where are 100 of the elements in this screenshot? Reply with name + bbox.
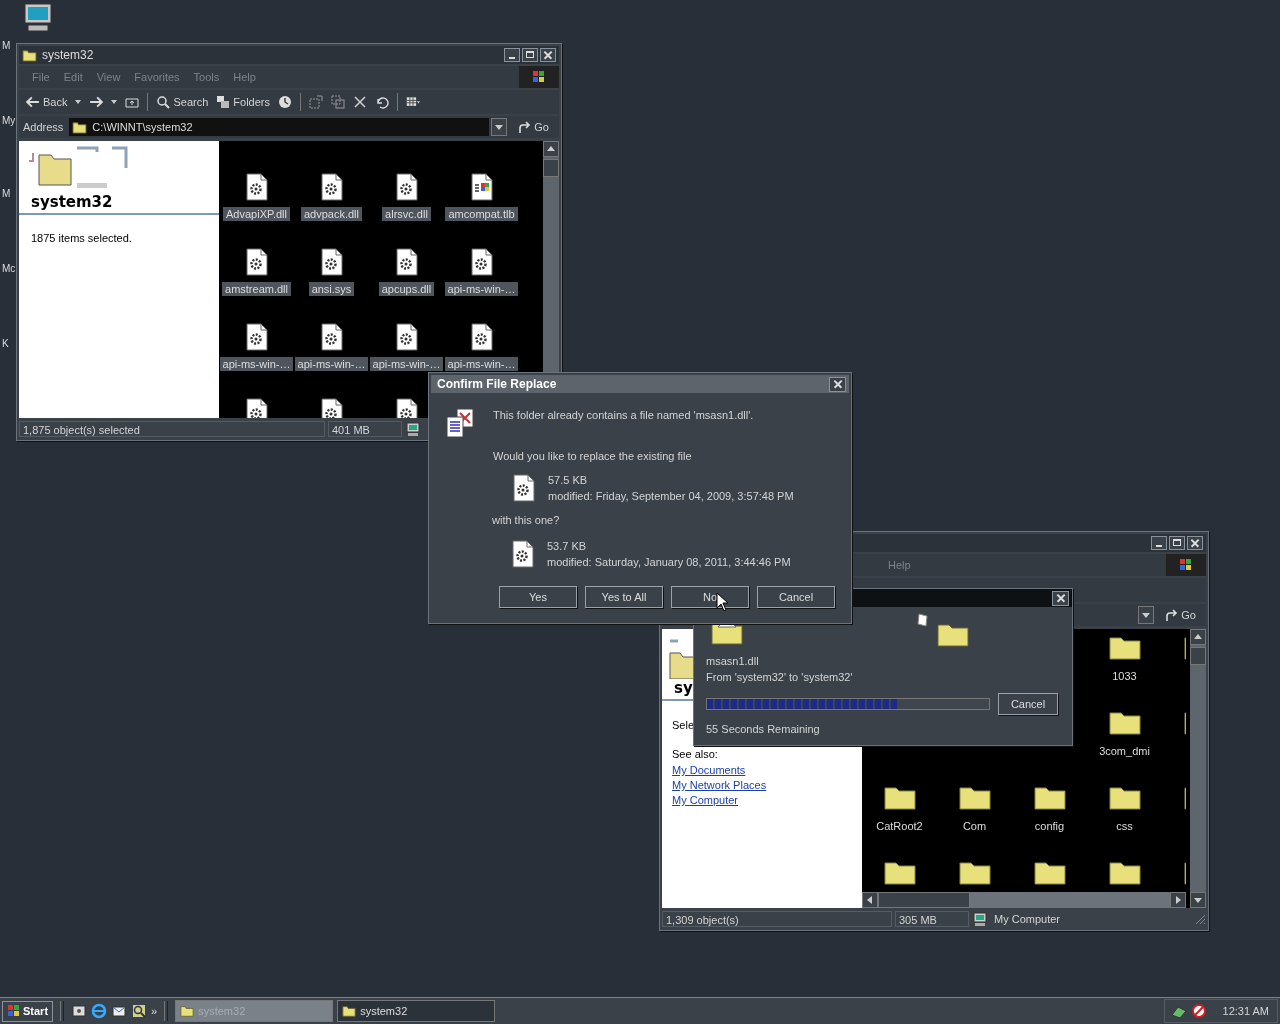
scroll-up-icon[interactable] <box>543 141 559 157</box>
maximize-button[interactable] <box>522 48 538 62</box>
gear-file-icon[interactable] <box>394 248 419 276</box>
dialog-button[interactable]: Cancel <box>757 586 835 608</box>
search-button[interactable]: Search <box>153 91 212 113</box>
close-button[interactable] <box>829 376 846 392</box>
close-button[interactable] <box>540 48 556 62</box>
folders-button[interactable]: Folders <box>213 91 273 113</box>
scroll-up-icon[interactable] <box>1190 629 1206 645</box>
gear-file-icon[interactable] <box>244 248 269 276</box>
gear-file-icon[interactable] <box>469 323 494 351</box>
taskbar-button[interactable]: system32 <box>337 1000 496 1022</box>
gear-file-icon[interactable] <box>244 173 269 201</box>
undo-icon <box>375 95 389 109</box>
file-name[interactable]: api-ms-win-… <box>219 357 294 371</box>
file-name[interactable]: amcompat.tlb <box>445 207 518 221</box>
start-button[interactable]: Start <box>2 1000 54 1022</box>
folder-name[interactable]: 3com_dmi <box>1099 745 1150 757</box>
dropdown-button[interactable] <box>1138 606 1155 624</box>
folder-name[interactable]: CatRoot2 <box>876 820 923 832</box>
clock: 12:31 AM <box>1222 1005 1269 1017</box>
folder-name[interactable]: config <box>1034 820 1065 832</box>
dropdown-button[interactable] <box>491 118 508 136</box>
more-button[interactable]: » <box>151 1005 158 1017</box>
folder-name[interactable]: 1033 <box>1112 670 1137 682</box>
gear-file-icon[interactable] <box>319 323 344 351</box>
browser-icon[interactable] <box>91 1003 108 1019</box>
file-name[interactable]: api-ms-win-… <box>444 282 519 296</box>
folder-name[interactable]: Com <box>962 820 987 832</box>
dialog-question: Would you like to replace the existing file <box>493 449 693 464</box>
mail-icon[interactable] <box>111 1003 128 1019</box>
file-name[interactable]: AdvapiXP.dll <box>223 207 290 221</box>
dialog-button[interactable]: No <box>671 586 749 608</box>
file-name[interactable]: alrsvc.dll <box>382 207 431 221</box>
gear-file-icon[interactable] <box>394 173 419 201</box>
folder-icon[interactable] <box>883 784 916 810</box>
close-button[interactable] <box>1052 590 1069 606</box>
computer-icon[interactable] <box>22 2 54 34</box>
file-name[interactable]: amstream.dll <box>222 282 291 296</box>
caret-icon[interactable] <box>111 100 118 104</box>
scrollbar-thumb[interactable] <box>1190 647 1206 665</box>
folder-heading: sy <box>673 679 694 699</box>
dialog-button[interactable]: Yes to All <box>585 586 663 608</box>
folder-icon[interactable] <box>883 859 916 885</box>
pane-link[interactable]: My Network Places <box>672 779 767 791</box>
gear-file-icon[interactable] <box>319 248 344 276</box>
file-name[interactable]: apcups.dll <box>378 282 435 296</box>
status-text: 1,309 object(s) <box>662 911 892 927</box>
gear-file-icon[interactable] <box>244 398 269 418</box>
gear-file-icon[interactable] <box>394 398 419 418</box>
folder-icon[interactable] <box>1108 634 1141 660</box>
close-button[interactable] <box>1187 536 1203 550</box>
file-name[interactable]: api-ms-win-… <box>444 357 519 371</box>
scroll-left-icon[interactable] <box>862 892 878 908</box>
minimize-button[interactable] <box>1151 536 1167 550</box>
pane-link[interactable]: My Documents <box>672 764 746 776</box>
folder-icon[interactable] <box>1108 784 1141 810</box>
folder-icon[interactable] <box>1108 859 1141 885</box>
gear-file-icon[interactable] <box>319 398 344 418</box>
scrollbar-thumb[interactable] <box>878 892 970 908</box>
address-field[interactable]: C:\WINNT\system32 <box>69 118 490 136</box>
file-name[interactable]: api-ms-win-… <box>294 357 369 371</box>
dialog-title: Confirm File Replace <box>437 377 557 391</box>
back-button[interactable]: Back <box>23 91 71 113</box>
file-name[interactable]: api-ms-win-… <box>369 357 444 371</box>
see-also-label: See also: <box>672 748 718 760</box>
minimize-button[interactable] <box>504 48 520 62</box>
file-name[interactable]: advpack.dll <box>300 207 362 221</box>
folder-icon[interactable] <box>958 859 991 885</box>
scroll-down-icon[interactable] <box>1190 892 1206 908</box>
horizontal-scrollbar[interactable] <box>862 892 1186 908</box>
gear-file-icon[interactable] <box>469 248 494 276</box>
delete-icon <box>353 95 367 109</box>
go-button[interactable]: Go <box>509 120 559 134</box>
pane-link[interactable]: My Computer <box>672 794 739 806</box>
file-name[interactable]: ansi.sys <box>308 282 355 296</box>
window-title: system32 <box>42 48 94 62</box>
file-name: msasn1.dll <box>706 654 760 669</box>
caret-icon[interactable] <box>75 100 82 104</box>
magnifier-icon[interactable] <box>131 1003 148 1019</box>
library-file-icon[interactable] <box>469 173 494 201</box>
folder-icon[interactable] <box>958 784 991 810</box>
address-label: Address <box>23 121 64 133</box>
file-size: 53.7 KB <box>547 539 588 554</box>
dialog-button[interactable]: Yes <box>499 586 577 608</box>
folder-icon[interactable] <box>1108 709 1141 735</box>
gear-file-icon[interactable] <box>244 323 269 351</box>
file-size: 57.5 KB <box>548 473 589 488</box>
vertical-scrollbar[interactable] <box>1190 629 1206 908</box>
scroll-right-icon[interactable] <box>1170 892 1186 908</box>
cancel-button[interactable]: Cancel <box>998 693 1058 715</box>
folder-icon[interactable] <box>1033 859 1066 885</box>
resize-grip-icon[interactable] <box>1194 913 1206 925</box>
maximize-button[interactable] <box>1169 536 1185 550</box>
go-button[interactable]: Go <box>1156 608 1206 622</box>
folder-name[interactable]: css <box>1116 820 1133 832</box>
scrollbar-thumb[interactable] <box>543 159 559 177</box>
folder-icon[interactable] <box>1033 784 1066 810</box>
gear-file-icon[interactable] <box>394 323 419 351</box>
gear-file-icon[interactable] <box>319 173 344 201</box>
